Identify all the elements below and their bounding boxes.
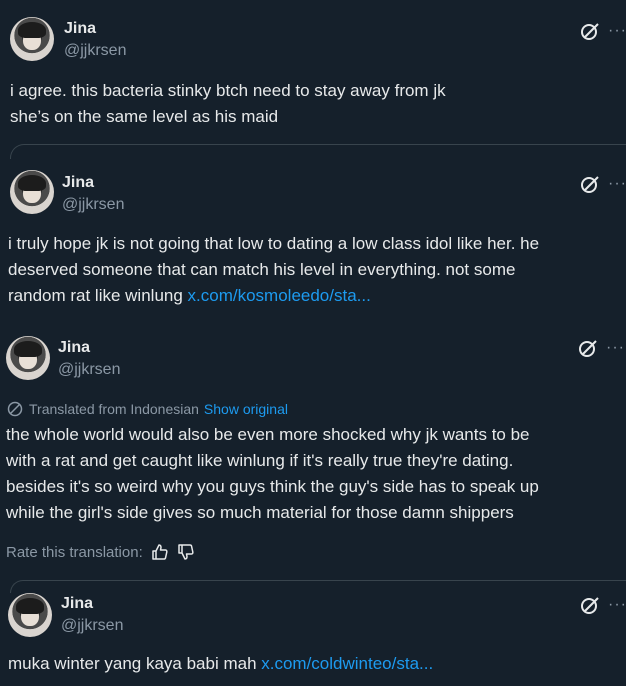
tweet-link[interactable]: x.com/kosmoleedo/sta... xyxy=(188,286,371,305)
author-name[interactable]: Jina xyxy=(64,20,96,38)
author-handle[interactable]: @jjkrsen xyxy=(58,361,120,379)
text-line-with-link: random rat like winlung x.com/kosmoleedo… xyxy=(8,283,539,309)
avatar[interactable] xyxy=(6,336,50,380)
author-handle[interactable]: @jjkrsen xyxy=(61,617,123,635)
post[interactable]: Jina @jjkrsen ··· Translated from Indone… xyxy=(0,325,626,580)
author-name[interactable]: Jina xyxy=(58,339,90,357)
more-icon[interactable]: ··· xyxy=(606,339,625,357)
translate-icon xyxy=(7,401,23,417)
grok-icon[interactable] xyxy=(580,21,600,41)
text-line: with a rat and get caught like winlung i… xyxy=(6,451,514,470)
text-line: muka winter yang kaya babi mah xyxy=(8,654,262,673)
text-line: deserved someone that can match his leve… xyxy=(8,260,516,279)
avatar[interactable] xyxy=(8,593,52,637)
more-icon[interactable]: ··· xyxy=(608,596,626,614)
translation-notice: Translated from Indonesian Show original xyxy=(6,400,288,418)
text-line: while the girl's side gives so much mate… xyxy=(6,503,514,522)
post-text: i agree. this bacteria stinky btch need … xyxy=(10,78,446,130)
author-name[interactable]: Jina xyxy=(61,595,93,613)
grok-icon[interactable] xyxy=(580,595,600,615)
rate-label: Rate this translation: xyxy=(6,543,143,561)
text-line: i truly hope jk is not going that low to… xyxy=(8,234,540,253)
avatar[interactable] xyxy=(10,17,54,61)
more-icon[interactable]: ··· xyxy=(608,175,626,193)
thumbs-down-icon[interactable] xyxy=(177,543,195,561)
more-icon[interactable]: ··· xyxy=(608,22,626,40)
post-text: muka winter yang kaya babi mah x.com/col… xyxy=(8,651,433,677)
grok-icon[interactable] xyxy=(580,174,600,194)
text-line: the whole world would also be even more … xyxy=(6,425,530,444)
translated-label: Translated from Indonesian xyxy=(29,401,199,417)
post[interactable]: Jina @jjkrsen ··· i agree. this bacteria… xyxy=(0,0,626,145)
text-line: random rat like winlung xyxy=(8,286,188,305)
author-handle[interactable]: @jjkrsen xyxy=(64,42,126,60)
thread-connector xyxy=(10,144,626,159)
post[interactable]: Jina @jjkrsen ··· muka winter yang kaya … xyxy=(0,585,626,686)
author-name[interactable]: Jina xyxy=(62,174,94,192)
text-line: i agree. this bacteria stinky btch need … xyxy=(10,81,446,100)
show-original-link[interactable]: Show original xyxy=(204,401,288,417)
text-line-with-link: muka winter yang kaya babi mah x.com/col… xyxy=(8,651,433,677)
text-line: besides it's so weird why you guys think… xyxy=(6,477,539,496)
post-text: the whole world would also be even more … xyxy=(6,422,539,526)
rate-translation: Rate this translation: xyxy=(6,543,195,561)
thumbs-up-icon[interactable] xyxy=(151,543,169,561)
post[interactable]: Jina @jjkrsen ··· i truly hope jk is not… xyxy=(0,158,626,318)
grok-icon[interactable] xyxy=(578,338,598,358)
author-handle[interactable]: @jjkrsen xyxy=(62,196,124,214)
avatar[interactable] xyxy=(10,170,54,214)
tweet-link[interactable]: x.com/coldwinteo/sta... xyxy=(261,654,433,673)
text-line: she’s on the same level as his maid xyxy=(10,107,279,126)
post-text: i truly hope jk is not going that low to… xyxy=(8,231,539,309)
